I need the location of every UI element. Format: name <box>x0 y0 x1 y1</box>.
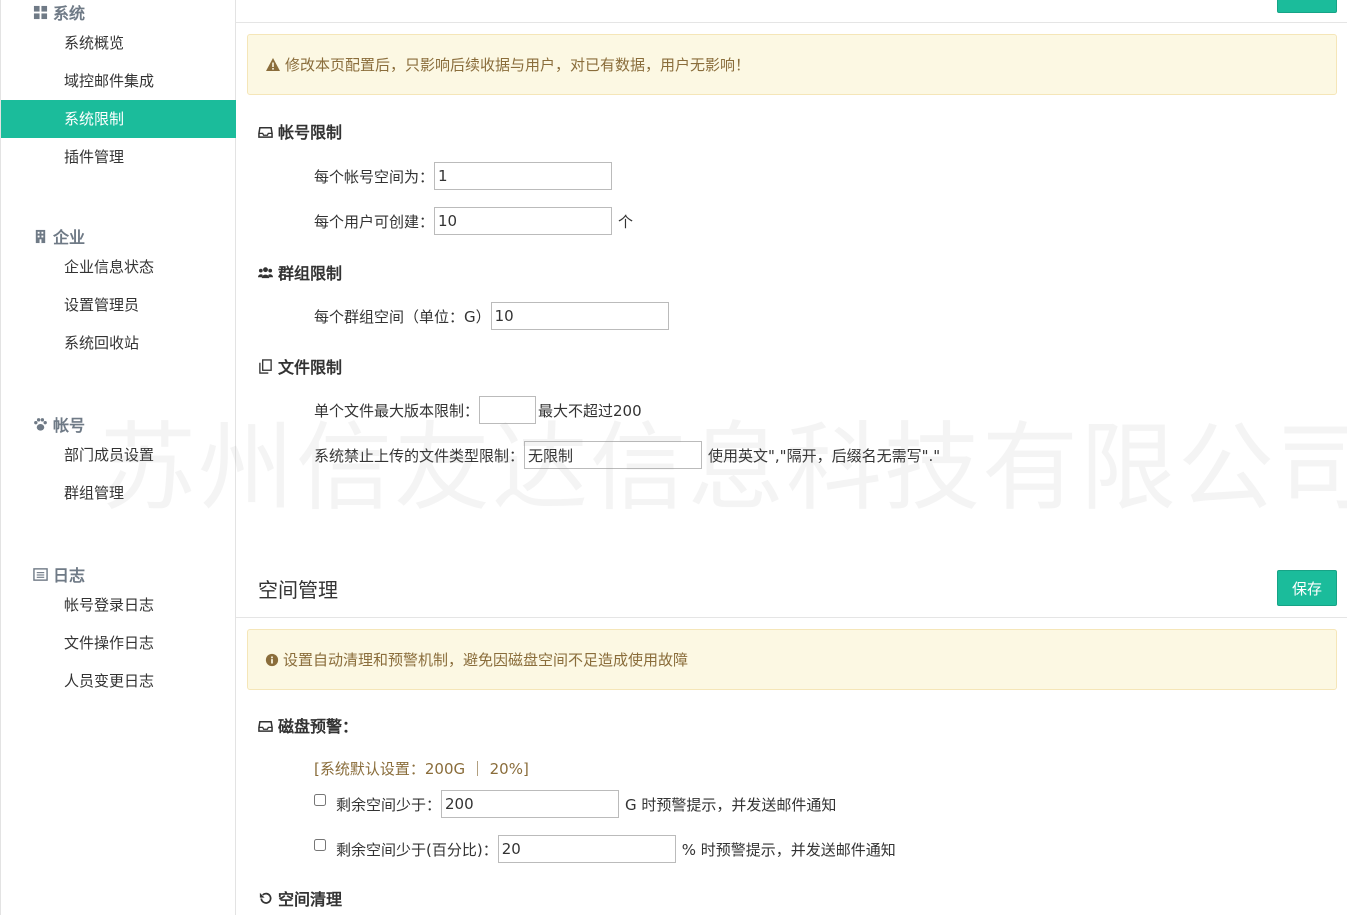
main-content: 修改本页配置后，只影响后续收据与用户，对已有数据，用户无影响！ 帐号限制 每个帐… <box>236 0 1347 915</box>
limits-alert: 修改本页配置后，只影响后续收据与用户，对已有数据，用户无影响！ <box>247 34 1337 95</box>
undo-icon <box>259 892 272 904</box>
sidebar: 系统 系统概览 域控邮件集成 系统限制 插件管理 企业 企业信息状态 设置管理员… <box>0 0 236 915</box>
sidebar-item-admins[interactable]: 设置管理员 <box>1 286 236 324</box>
group-limits-title: 群组限制 <box>258 260 342 284</box>
account-create-suffix: 个 <box>618 212 634 231</box>
group-space-input[interactable] <box>490 302 669 330</box>
inbox-icon <box>258 126 273 138</box>
remain-percent-row: 剩余空间少于(百分比)： % 时预警提示，并发送邮件通知 <box>314 835 896 863</box>
sidebar-item-groups[interactable]: 群组管理 <box>1 474 236 512</box>
files-icon <box>259 358 272 374</box>
sidebar-group-title: 日志 <box>53 566 86 585</box>
account-create-label: 每个用户可创建： <box>314 212 435 231</box>
remain-space-suffix: G 时预警提示，并发送邮件通知 <box>625 795 837 814</box>
alert-text: 修改本页配置后，只影响后续收据与用户，对已有数据，用户无影响！ <box>285 56 751 74</box>
sidebar-group-system: 系统 系统概览 域控邮件集成 系统限制 插件管理 <box>1 0 236 176</box>
file-version-suffix: 最大不超过200 <box>538 401 642 420</box>
alert-text: 设置自动清理和预警机制，避免因磁盘空间不足造成使用故障 <box>283 651 689 669</box>
group-space-label: 每个群组空间（单位：G） <box>314 307 491 326</box>
account-create-input[interactable] <box>434 207 613 235</box>
sidebar-item-domain-mail[interactable]: 域控邮件集成 <box>1 62 236 100</box>
list-icon <box>33 567 48 581</box>
account-space-row: 每个帐号空间为： <box>314 162 613 190</box>
file-version-row: 单个文件最大版本限制： 最大不超过200 <box>314 396 642 424</box>
paw-icon <box>34 417 47 431</box>
file-type-input[interactable] <box>524 441 703 469</box>
sidebar-group-header: 企业 <box>1 224 236 248</box>
grid-icon <box>33 5 48 19</box>
save-button[interactable]: 保存 <box>1277 570 1337 606</box>
divider <box>236 617 1347 618</box>
sidebar-item-file-log[interactable]: 文件操作日志 <box>1 624 236 662</box>
remain-percent-label: 剩余空间少于(百分比)： <box>336 840 498 859</box>
remain-space-row: 剩余空间少于： G 时预警提示，并发送邮件通知 <box>314 790 836 818</box>
divider <box>236 22 1347 23</box>
sidebar-group-title: 企业 <box>53 228 86 247</box>
sidebar-group-enterprise: 企业 企业信息状态 设置管理员 系统回收站 <box>1 224 236 362</box>
sidebar-item-plugins[interactable]: 插件管理 <box>1 138 236 176</box>
users-icon <box>258 266 273 278</box>
info-icon <box>265 653 279 666</box>
file-version-label: 单个文件最大版本限制： <box>314 401 480 420</box>
sidebar-item-login-log[interactable]: 帐号登录日志 <box>1 586 236 624</box>
building-icon <box>35 229 46 243</box>
account-create-row: 每个用户可创建： 个 <box>314 207 633 235</box>
sidebar-item-member-log[interactable]: 人员变更日志 <box>1 662 236 700</box>
remain-percent-input[interactable] <box>497 835 676 863</box>
sidebar-group-logs: 日志 帐号登录日志 文件操作日志 人员变更日志 <box>1 562 236 700</box>
sidebar-item-system-limits[interactable]: 系统限制 <box>1 100 236 138</box>
sidebar-item-overview[interactable]: 系统概览 <box>1 24 236 62</box>
remain-space-checkbox[interactable] <box>314 794 326 806</box>
remain-space-label: 剩余空间少于： <box>336 795 442 814</box>
sidebar-group-account: 帐号 部门成员设置 群组管理 <box>1 412 236 512</box>
sidebar-group-title: 系统 <box>53 4 86 23</box>
warning-icon <box>266 57 280 71</box>
sidebar-item-dept-members[interactable]: 部门成员设置 <box>1 436 236 474</box>
file-type-suffix: 使用英文","隔开，后缀名无需写"." <box>708 446 941 465</box>
inbox-icon <box>258 720 273 732</box>
save-button-top[interactable] <box>1277 0 1337 13</box>
sidebar-item-enterprise-info[interactable]: 企业信息状态 <box>1 248 236 286</box>
space-alert: 设置自动清理和预警机制，避免因磁盘空间不足造成使用故障 <box>247 629 1337 690</box>
file-type-label: 系统禁止上传的文件类型限制： <box>314 446 525 465</box>
remain-space-input[interactable] <box>441 790 620 818</box>
default-settings-note: [系统默认设置：200G ｜ 20%] <box>314 760 529 778</box>
sidebar-group-title: 帐号 <box>53 416 86 435</box>
space-management-title: 空间管理 <box>258 578 338 602</box>
file-version-input[interactable] <box>479 396 537 424</box>
space-clean-title: 空间清理 <box>258 886 342 910</box>
file-type-row: 系统禁止上传的文件类型限制： 使用英文","隔开，后缀名无需写"." <box>314 441 940 469</box>
sidebar-group-header: 帐号 <box>1 412 236 436</box>
sidebar-group-header: 系统 <box>1 0 236 24</box>
file-limits-title: 文件限制 <box>258 354 342 378</box>
account-space-label: 每个帐号空间为： <box>314 167 435 186</box>
disk-warning-title: 磁盘预警： <box>258 713 358 737</box>
remain-percent-checkbox[interactable] <box>314 839 326 851</box>
sidebar-item-recycle-bin[interactable]: 系统回收站 <box>1 324 236 362</box>
remain-percent-suffix: % 时预警提示，并发送邮件通知 <box>681 840 896 859</box>
account-limits-title: 帐号限制 <box>258 119 342 143</box>
sidebar-group-header: 日志 <box>1 562 236 586</box>
account-space-input[interactable] <box>434 162 613 190</box>
group-space-row: 每个群组空间（单位：G） <box>314 302 669 330</box>
